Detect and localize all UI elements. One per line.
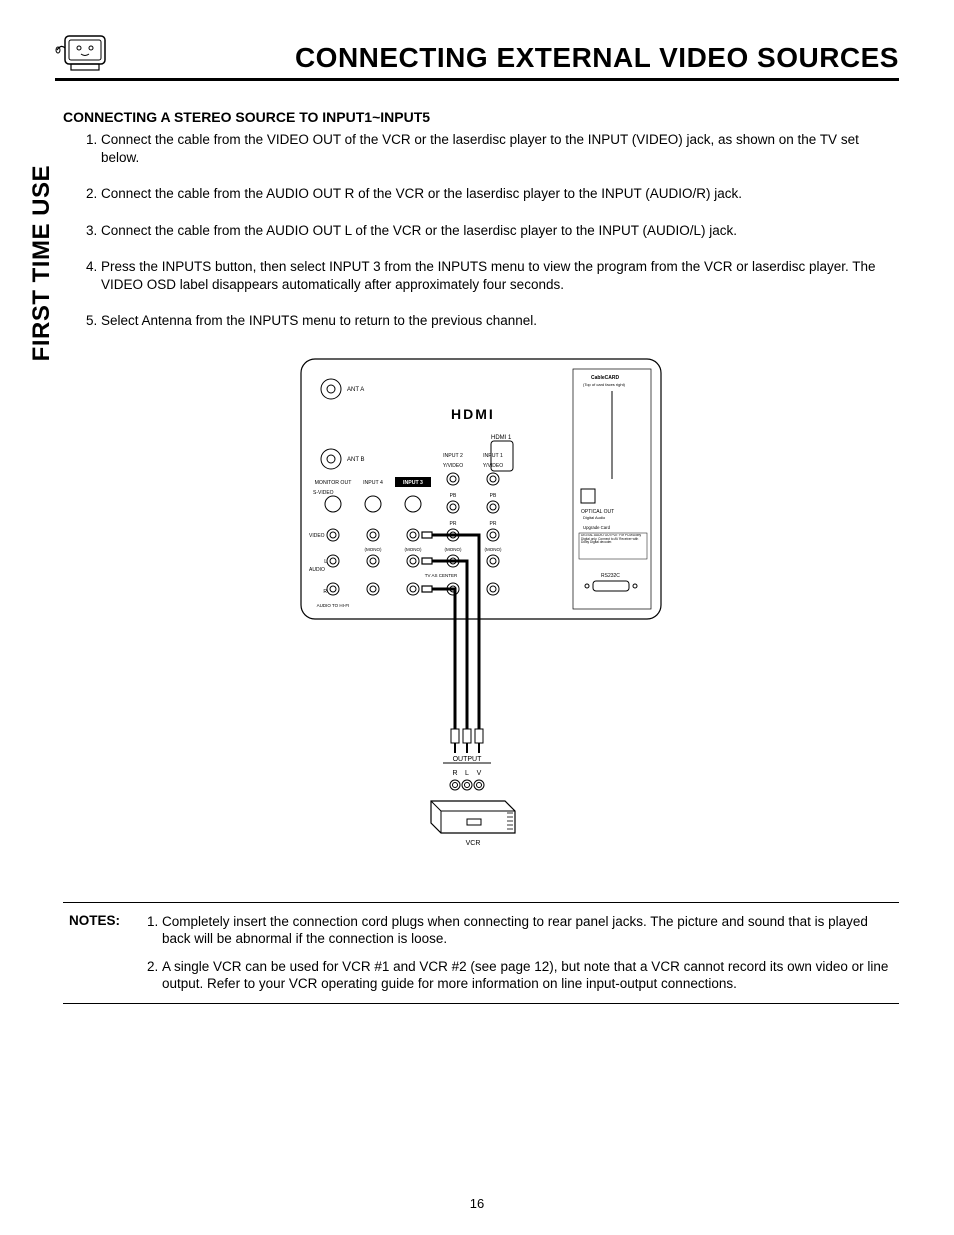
svg-text:(Top of card faces right): (Top of card faces right) bbox=[583, 382, 626, 387]
notes-list: Completely insert the connection cord pl… bbox=[138, 913, 893, 993]
step-item: Connect the cable from the AUDIO OUT R o… bbox=[101, 185, 899, 203]
vcr-r-label: R bbox=[452, 770, 457, 777]
vcr-device-label: VCR bbox=[466, 840, 481, 847]
step-item: Connect the cable from the VIDEO OUT of … bbox=[101, 131, 899, 167]
tv-as-center-label: TV AS CENTER bbox=[425, 573, 458, 578]
svg-text:PB: PB bbox=[490, 493, 497, 499]
svg-text:(MONO): (MONO) bbox=[405, 547, 422, 552]
step-item: Select Antenna from the INPUTS menu to r… bbox=[101, 312, 899, 330]
cablecard-label: CableCARD bbox=[591, 375, 619, 381]
title-rule bbox=[55, 78, 899, 81]
col-input2: INPUT 2 bbox=[443, 453, 463, 459]
page-title: CONNECTING EXTERNAL VIDEO SOURCES bbox=[111, 42, 899, 74]
ant-a-label: ANT A bbox=[347, 387, 364, 393]
step-list: Connect the cable from the VIDEO OUT of … bbox=[63, 131, 899, 331]
svideo-label: S-VIDEO bbox=[313, 490, 334, 496]
vcr-v-label: V bbox=[477, 770, 482, 777]
hdmi1-label: HDMI 1 bbox=[491, 435, 512, 441]
notes-label: NOTES: bbox=[69, 913, 120, 993]
note-item: A single VCR can be used for VCR #1 and … bbox=[162, 958, 893, 993]
ant-b-label: ANT B bbox=[347, 457, 365, 463]
svg-text:PR: PR bbox=[490, 521, 497, 527]
step-item: Connect the cable from the AUDIO OUT L o… bbox=[101, 222, 899, 240]
svg-text:Y/VIDEO: Y/VIDEO bbox=[443, 463, 463, 469]
col-monitorout: MONITOR OUT bbox=[315, 480, 353, 486]
video-row-label: VIDEO bbox=[309, 533, 325, 539]
audio-hifi-label: AUDIO TO HI-FI bbox=[317, 603, 350, 608]
svg-text:PB: PB bbox=[450, 493, 457, 499]
rs232c-label: RS232C bbox=[601, 573, 620, 579]
connection-diagram: ANT A ANT B HDMI HDMI 1 MONITOR OUT INPU… bbox=[291, 349, 671, 869]
upgrade-label: Upgrade Card bbox=[583, 525, 611, 530]
section-tab: FIRST TIME USE bbox=[28, 0, 56, 165]
svg-text:PR: PR bbox=[450, 521, 457, 527]
svg-text:(MONO): (MONO) bbox=[365, 547, 382, 552]
audio-row-label: AUDIO bbox=[309, 567, 325, 573]
section-heading: CONNECTING A STEREO SOURCE TO INPUT1~INP… bbox=[63, 109, 899, 125]
col-input1: INPUT 1 bbox=[483, 453, 503, 459]
svg-text:(MONO): (MONO) bbox=[485, 547, 502, 552]
col-input4: INPUT 4 bbox=[363, 480, 383, 486]
notes-box: NOTES: Completely insert the connection … bbox=[63, 902, 899, 1004]
svg-text:Digital Audio: Digital Audio bbox=[583, 515, 606, 520]
note-item: Completely insert the connection cord pl… bbox=[162, 913, 893, 948]
hdmi-logo: HDMI bbox=[451, 406, 495, 422]
svg-text:(MONO): (MONO) bbox=[445, 547, 462, 552]
svg-text:Y/VIDEO: Y/VIDEO bbox=[483, 463, 503, 469]
tv-mascot-icon bbox=[55, 30, 111, 74]
page-number: 16 bbox=[0, 1196, 954, 1211]
vcr-output-label: OUTPUT bbox=[453, 756, 483, 763]
step-item: Press the INPUTS button, then select INP… bbox=[101, 258, 899, 294]
col-input3: INPUT 3 bbox=[403, 480, 423, 486]
vcr-l-label: L bbox=[465, 770, 469, 777]
